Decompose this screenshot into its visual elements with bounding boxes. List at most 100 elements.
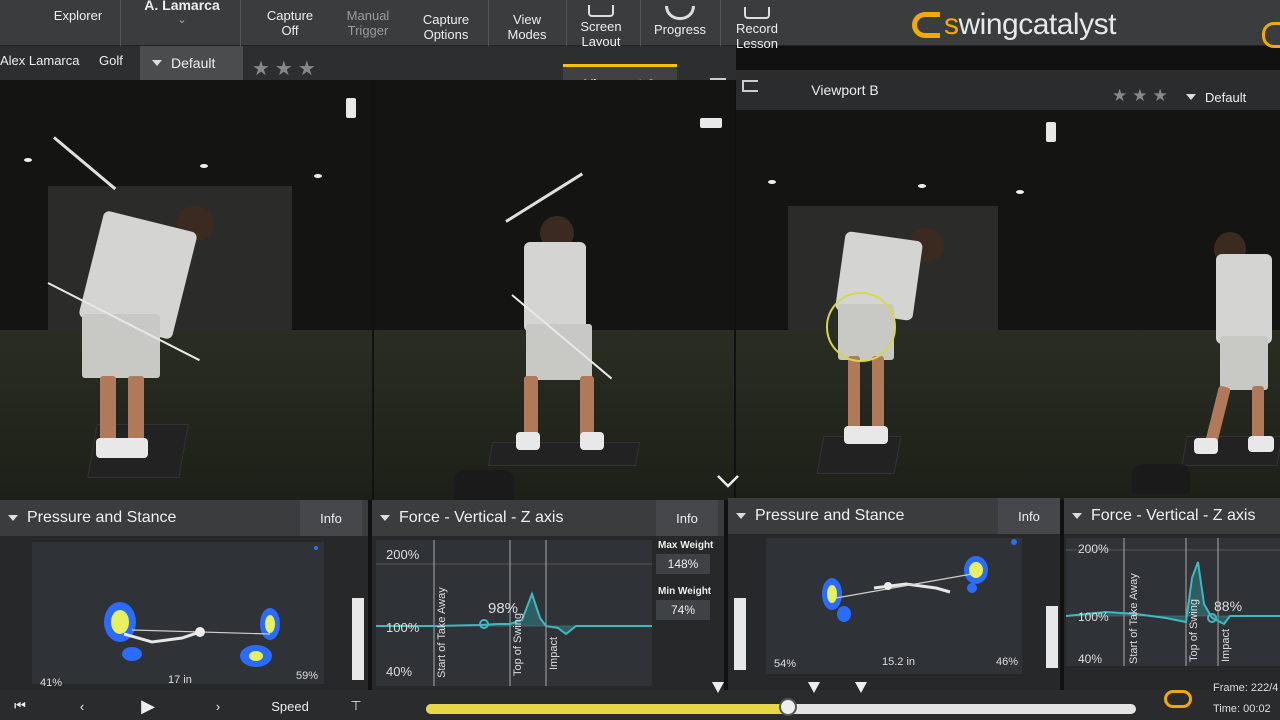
info-button[interactable]: Info xyxy=(656,500,718,536)
marker-top-of-swing: Top of Swing xyxy=(1188,599,1200,662)
toolbar-divider xyxy=(120,0,121,46)
top-of-swing-marker[interactable] xyxy=(808,682,820,693)
panel-header[interactable]: Force - Vertical - Z axis xyxy=(1064,498,1280,534)
current-force-value: 88% xyxy=(1214,598,1243,614)
top-toolbar: Explorer A. Lamarca ⌄ Capture Off Manual… xyxy=(0,0,1280,51)
record-lesson-label-1: Record xyxy=(736,21,778,36)
logo-prefix: s xyxy=(944,8,959,41)
weight-bar xyxy=(734,598,746,670)
tab-viewport-b[interactable]: Viewport B xyxy=(780,76,910,104)
y-label-max: 200% xyxy=(1078,542,1109,556)
capture-off-label-1: Capture xyxy=(266,8,314,23)
capture-options-label-1: Capture xyxy=(422,12,470,27)
y-label-mid: 100% xyxy=(386,620,420,635)
ceiling-light xyxy=(1016,190,1024,194)
timeline-scrubber[interactable] xyxy=(779,698,798,716)
explorer-button[interactable]: Explorer xyxy=(40,0,116,38)
take-away-marker[interactable] xyxy=(712,682,724,693)
info-button[interactable]: Info xyxy=(998,498,1060,534)
hip-marker-circle[interactable] xyxy=(826,292,896,362)
viewport-b-label: Viewport B xyxy=(811,82,879,98)
info-label: Info xyxy=(320,510,342,526)
capture-options-button[interactable]: Capture Options xyxy=(408,4,484,50)
video-view-4[interactable] xyxy=(1064,110,1280,500)
ceiling-light xyxy=(314,174,322,178)
current-force-value: 98% xyxy=(488,600,519,617)
toolbar-divider xyxy=(488,0,489,46)
camera-icon[interactable] xyxy=(1046,122,1056,142)
marker-take-away: Start of Take Away xyxy=(1128,573,1140,664)
pressure-stance-panel-a: Pressure and Stance Info 41% 17 in 59% xyxy=(0,500,368,690)
info-label: Info xyxy=(676,510,698,526)
golfer-leg xyxy=(872,356,884,428)
max-weight-label: Max Weight xyxy=(658,540,714,551)
impact-marker[interactable] xyxy=(855,682,867,693)
loop-icon[interactable] xyxy=(1164,690,1192,708)
video-icon[interactable] xyxy=(700,118,722,128)
ceiling-light xyxy=(768,180,776,184)
user-selector[interactable]: A. Lamarca ⌄ xyxy=(130,0,234,36)
preset-dropdown-b[interactable]: Default xyxy=(1186,84,1246,110)
ceiling-light xyxy=(24,158,32,162)
force-vertical-panel-b: Force - Vertical - Z axis 200% 100% 40% … xyxy=(1064,498,1280,690)
force-vertical-panel-a: Force - Vertical - Z axis Info 200% 100%… xyxy=(372,500,724,690)
weight-bar xyxy=(1046,606,1058,668)
equipment-bag xyxy=(1132,464,1190,494)
marker-impact: Impact xyxy=(1220,628,1232,662)
info-label: Info xyxy=(1018,508,1040,524)
frame-counter: Frame: 222/4 xyxy=(1213,682,1279,694)
golfer-shoe xyxy=(1194,438,1218,454)
marker-top-of-swing: Top of Swing xyxy=(512,613,524,676)
video-view-1[interactable] xyxy=(0,80,372,500)
user-name-label: A. Lamarca xyxy=(144,0,220,13)
preset-dropdown[interactable]: Default xyxy=(140,46,243,80)
play-icon[interactable]: ▶ xyxy=(124,692,172,720)
enter-viewport-icon[interactable] xyxy=(742,80,758,92)
progress-button[interactable]: Progress xyxy=(644,0,716,44)
golfer-shoes xyxy=(844,426,888,444)
golfer-shoes xyxy=(96,438,148,458)
rating-stars-b[interactable]: ★★★ xyxy=(1112,86,1173,106)
manual-trigger-label-2: Trigger xyxy=(347,23,389,38)
step-forward-icon[interactable]: › xyxy=(196,692,240,720)
golfer-leg xyxy=(524,376,538,436)
capture-off-button[interactable]: Capture Off xyxy=(250,0,330,46)
info-button[interactable]: Info xyxy=(300,500,362,536)
panel-title: Pressure and Stance xyxy=(755,507,905,524)
weight-bar xyxy=(352,598,364,680)
golfer-leg xyxy=(848,356,860,428)
panel-title: Pressure and Stance xyxy=(27,509,177,526)
capture-off-label-2: Off xyxy=(281,23,299,38)
ceiling-light xyxy=(918,184,926,188)
player-name[interactable]: Alex Lamarca xyxy=(0,53,79,68)
screen-layout-button[interactable]: Screen Layout xyxy=(568,4,634,50)
hitting-mat xyxy=(487,442,641,466)
video-view-3[interactable] xyxy=(736,110,1064,500)
caret-down-icon xyxy=(1186,94,1196,100)
sport-label[interactable]: Golf xyxy=(99,53,123,68)
trim-icon[interactable]: ⊤ xyxy=(336,692,376,720)
toolbar-divider xyxy=(640,0,641,46)
video-view-2[interactable] xyxy=(374,80,734,500)
logo-mark-icon xyxy=(912,12,940,38)
capture-options-label-2: Options xyxy=(423,27,469,42)
speed-label: Speed xyxy=(271,698,309,714)
camera-icon[interactable] xyxy=(346,98,356,118)
min-weight-label: Min Weight xyxy=(658,586,712,597)
caret-down-icon xyxy=(1072,513,1082,519)
ceiling-light xyxy=(200,164,208,168)
rating-stars[interactable]: ★★★ xyxy=(252,56,321,81)
corner-logo-icon xyxy=(1262,22,1280,48)
step-back-icon[interactable]: ‹ xyxy=(60,692,104,720)
manual-trigger-label-1: Manual xyxy=(346,8,390,23)
right-pressure-pct: 46% xyxy=(996,656,1019,668)
max-weight-value: 148% xyxy=(656,554,710,574)
manual-trigger-button[interactable]: Manual Trigger xyxy=(332,0,404,46)
skip-back-icon[interactable]: ⏮ xyxy=(0,692,40,720)
chevron-down-icon[interactable] xyxy=(716,473,740,489)
y-label-mid: 100% xyxy=(1078,610,1109,624)
view-modes-button[interactable]: View Modes xyxy=(492,4,562,50)
speed-button[interactable]: Speed xyxy=(256,692,324,720)
force-chart-svg xyxy=(1065,538,1280,666)
pressure-map xyxy=(766,538,1022,674)
